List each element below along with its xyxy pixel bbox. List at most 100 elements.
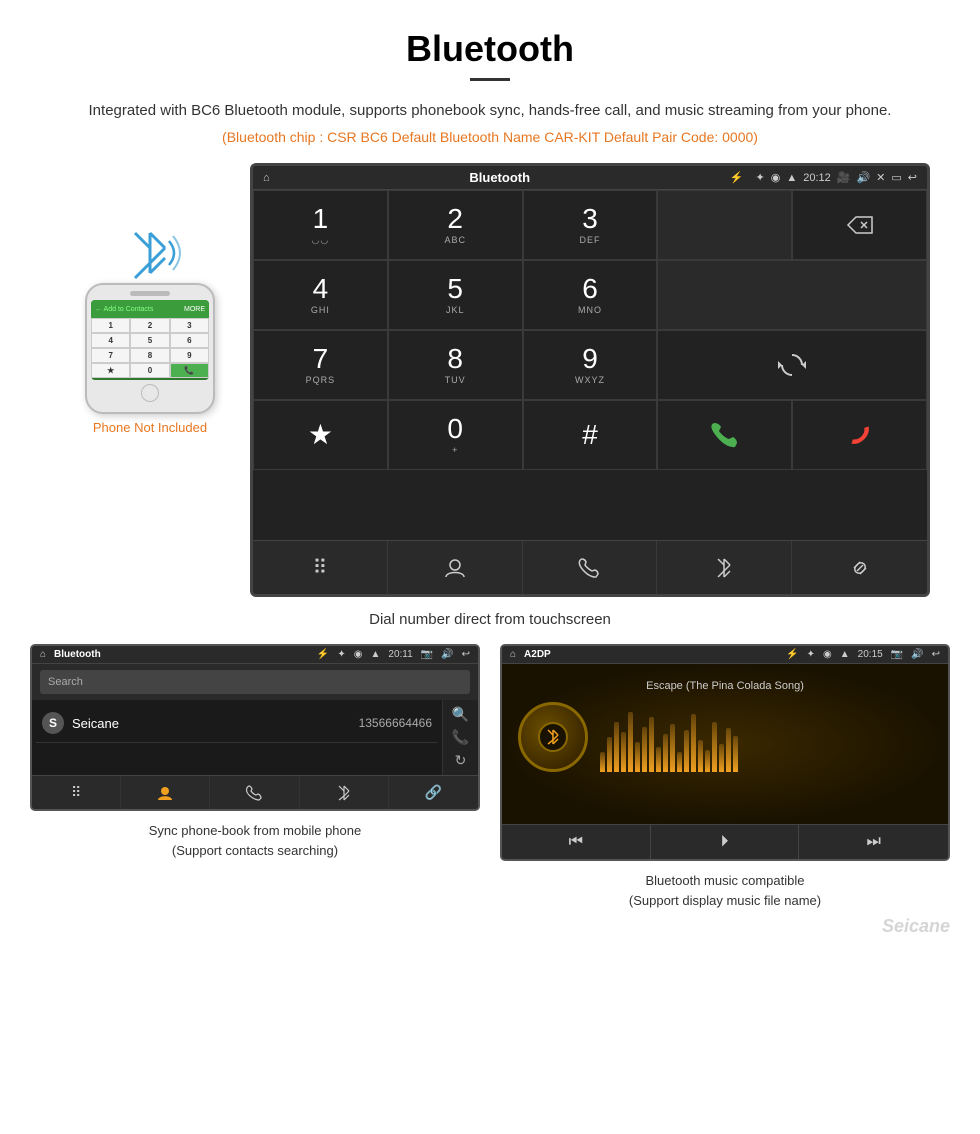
location-icon: ◉ — [771, 171, 781, 184]
phone-key-1: 1 — [91, 318, 130, 333]
phone-key-star: ★ — [91, 363, 130, 378]
eq-bar-1 — [600, 752, 605, 772]
eq-bar-2 — [607, 737, 612, 772]
music-loc-icon: ◉ — [823, 649, 832, 660]
main-caption: Dial number direct from touchscreen — [0, 611, 980, 628]
music-time: 20:15 — [858, 649, 883, 660]
search-input-display[interactable]: Search — [40, 670, 470, 694]
dialer-key-9[interactable]: 9 WXYZ — [523, 330, 658, 400]
music-vol-icon[interactable]: 🔊 — [911, 649, 923, 660]
contact-number: 13566664466 — [359, 716, 432, 730]
phone-dialer: 1 2 3 4 5 6 7 8 9 ★ 0 📞 — [91, 318, 209, 378]
dialer-key-1[interactable]: 1 ◡◡ — [253, 190, 388, 260]
music-back-icon[interactable]: ↩ — [932, 649, 940, 660]
music-next-btn[interactable]: ⏭ — [799, 825, 948, 859]
nav-contacts-icon[interactable] — [388, 541, 523, 594]
pb-cam-icon[interactable]: 📷 — [421, 649, 433, 660]
dialer-call-btn[interactable] — [657, 400, 792, 470]
nav-phone-icon[interactable] — [523, 541, 658, 594]
large-statusbar: ⌂ Bluetooth ⚡ ✦ ◉ ▲ 20:12 🎥 🔊 ✕ ▭ ↩ — [253, 166, 927, 190]
dialer-empty-row2 — [657, 260, 927, 330]
pb-usb-icon: ⚡ — [317, 649, 329, 660]
dialer-backspace-btn[interactable] — [792, 190, 927, 260]
music-play-pause-btn[interactable]: ⏵ — [651, 825, 800, 859]
usb-icon: ⚡ — [730, 171, 744, 184]
music-home-icon[interactable]: ⌂ — [510, 649, 516, 660]
phone-key-4: 4 — [91, 333, 130, 348]
phonebook-statusbar: ⌂ Bluetooth ⚡ ✦ ◉ ▲ 20:11 📷 🔊 ↩ — [32, 646, 478, 664]
eq-bar-6 — [635, 742, 640, 772]
pb-nav-dialpad[interactable]: ⠿ — [32, 776, 121, 809]
music-bt-icon: ✦ — [807, 649, 815, 660]
contact-avatar: S — [42, 712, 64, 734]
back-icon[interactable]: ↩ — [908, 171, 917, 184]
window-btn[interactable]: ▭ — [891, 171, 901, 184]
dialer-display-area — [657, 190, 792, 260]
music-statusbar: ⌂ A2DP ⚡ ✦ ◉ ▲ 20:15 📷 🔊 ↩ — [502, 646, 948, 664]
pb-home-icon[interactable]: ⌂ — [40, 649, 46, 660]
phone-mockup-wrapper: ← Add to Contacts MORE 1 2 3 4 5 6 7 8 9… — [50, 163, 250, 435]
dialer-key-2[interactable]: 2 ABC — [388, 190, 523, 260]
page-title: Bluetooth — [0, 0, 980, 78]
music-caption: Bluetooth music compatible(Support displ… — [629, 871, 821, 910]
pb-vol-icon[interactable]: 🔊 — [441, 649, 453, 660]
phone-key-5: 5 — [130, 333, 169, 348]
camera-icon[interactable]: 🎥 — [837, 171, 851, 184]
nav-bluetooth-icon[interactable] — [657, 541, 792, 594]
pb-nav-bt[interactable] — [300, 776, 389, 809]
eq-bar-16 — [705, 750, 710, 772]
close-btn[interactable]: ✕ — [876, 171, 885, 184]
feature-description: Integrated with BC6 Bluetooth module, su… — [0, 99, 980, 123]
dialer-key-5[interactable]: 5 JKL — [388, 260, 523, 330]
pb-sig-icon: ▲ — [371, 649, 381, 660]
watermark: Seicane — [0, 910, 980, 943]
pb-nav-phone[interactable] — [210, 776, 299, 809]
phone-key-8: 8 — [130, 348, 169, 363]
dialer-key-hash[interactable]: # — [523, 400, 658, 470]
phonebook-sidebar: 🔍 📞 ↻ — [442, 700, 478, 775]
phonebook-nav: ⠿ 🔗 — [32, 775, 478, 809]
music-song-title: Escape (The Pina Colada Song) — [646, 680, 804, 692]
phonebook-search-bar: Search — [32, 664, 478, 700]
pb-nav-link[interactable]: 🔗 — [389, 776, 478, 809]
dialer-refresh-btn[interactable] — [657, 330, 927, 400]
pb-refresh-icon[interactable]: ↻ — [455, 752, 467, 769]
pb-back-icon[interactable]: ↩ — [462, 649, 470, 660]
pb-search-icon[interactable]: 🔍 — [452, 706, 469, 723]
nav-link-icon[interactable] — [792, 541, 927, 594]
dialer-key-8[interactable]: 8 TUV — [388, 330, 523, 400]
bluetooth-specs: (Bluetooth chip : CSR BC6 Default Blueto… — [0, 129, 980, 163]
dialer-hangup-btn[interactable] — [792, 400, 927, 470]
music-equalizer — [600, 702, 932, 772]
pb-nav-contacts[interactable] — [121, 776, 210, 809]
phonebook-screen: ⌂ Bluetooth ⚡ ✦ ◉ ▲ 20:11 📷 🔊 ↩ Search S — [30, 644, 480, 811]
dialer-key-7[interactable]: 7 PQRS — [253, 330, 388, 400]
music-cam-icon[interactable]: 📷 — [891, 649, 903, 660]
nav-dialpad-icon[interactable]: ⠿ — [253, 541, 388, 594]
music-album-art — [518, 702, 588, 772]
music-screen: ⌂ A2DP ⚡ ✦ ◉ ▲ 20:15 📷 🔊 ↩ Escape (The P… — [500, 644, 950, 861]
music-prev-btn[interactable]: ⏮ — [502, 825, 651, 859]
home-icon[interactable]: ⌂ — [263, 172, 270, 184]
pb-bt-icon: ✦ — [337, 649, 345, 660]
eq-bar-13 — [684, 730, 689, 772]
dialer-key-4[interactable]: 4 GHI — [253, 260, 388, 330]
dialer-key-6[interactable]: 6 MNO — [523, 260, 658, 330]
music-screen-wrapper: ⌂ A2DP ⚡ ✦ ◉ ▲ 20:15 📷 🔊 ↩ Escape (The P… — [500, 644, 950, 910]
eq-bar-9 — [656, 747, 661, 772]
pb-phone-icon[interactable]: 📞 — [452, 729, 469, 746]
contact-row-seicane[interactable]: S Seicane 13566664466 — [36, 704, 438, 743]
phone-not-included-label: Phone Not Included — [93, 420, 207, 435]
title-divider — [470, 78, 510, 81]
dialer-key-0[interactable]: 0 + — [388, 400, 523, 470]
eq-bar-10 — [663, 734, 668, 772]
music-usb-icon: ⚡ — [786, 649, 798, 660]
dialer-key-star[interactable]: ★ — [253, 400, 388, 470]
bluetooth-signal-icon — [125, 223, 185, 283]
phone-speaker — [130, 291, 170, 296]
eq-bar-5 — [628, 712, 633, 772]
phone-device-mockup: ← Add to Contacts MORE 1 2 3 4 5 6 7 8 9… — [85, 283, 215, 414]
volume-icon[interactable]: 🔊 — [856, 171, 870, 184]
dialer-key-3[interactable]: 3 DEF — [523, 190, 658, 260]
bottom-screens-section: ⌂ Bluetooth ⚡ ✦ ◉ ▲ 20:11 📷 🔊 ↩ Search S — [0, 644, 980, 910]
